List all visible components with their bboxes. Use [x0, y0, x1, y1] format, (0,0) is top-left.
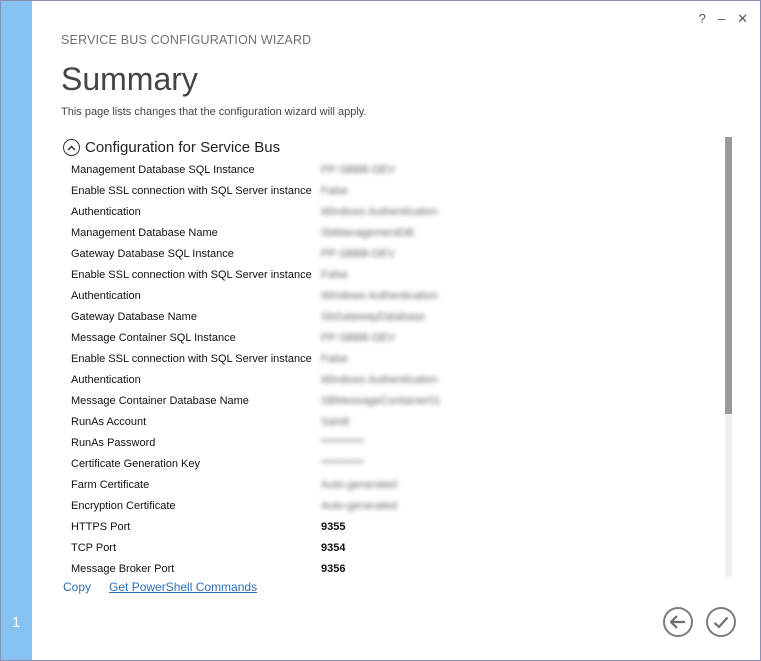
get-powershell-commands-link[interactable]: Get PowerShell Commands [109, 580, 257, 594]
row-value: SBMessageContainer01 [321, 394, 441, 407]
summary-row: RunAs Account Sandi [71, 411, 711, 432]
minimize-icon[interactable]: – [718, 11, 725, 27]
row-value: Sandi [321, 415, 350, 428]
summary-row: Message Container Database Name SBMessage… [71, 390, 711, 411]
row-label: Authentication [71, 289, 141, 302]
row-label: Message Broker Port [71, 562, 175, 575]
row-label: Message Container SQL Instance [71, 331, 236, 344]
row-label: Enable SSL connection with SQL Server in… [71, 184, 312, 197]
row-label: RunAs Account [71, 415, 147, 428]
action-links: Copy Get PowerShell Commands [63, 580, 257, 594]
page-description: This page lists changes that the configu… [61, 106, 367, 118]
row-value: 9356 [321, 562, 346, 575]
row-value: ********** [321, 436, 364, 449]
wizard-title: SERVICE BUS CONFIGURATION WIZARD [61, 33, 312, 47]
row-label: RunAs Password [71, 436, 156, 449]
summary-row: Authentication Windows Authentication [71, 285, 711, 306]
row-label: Message Container Database Name [71, 394, 249, 407]
summary-row: HTTPS Port 9355 [71, 516, 711, 537]
row-value: False [321, 268, 348, 281]
summary-row: Certificate Generation Key ********** [71, 453, 711, 474]
row-label: Authentication [71, 373, 141, 386]
row-value: PP-SBBB-DEV [321, 247, 395, 260]
row-value: Auto-generated [321, 478, 397, 491]
row-label: Enable SSL connection with SQL Server in… [71, 352, 312, 365]
row-label: Enable SSL connection with SQL Server in… [71, 268, 312, 281]
summary-row: Management Database SQL Instance PP-SBBB-… [71, 159, 711, 180]
row-value: SbManagementDB [321, 226, 414, 239]
row-value: SbGatewayDatabase [321, 310, 425, 323]
row-label: HTTPS Port [71, 520, 131, 533]
summary-row: Authentication Windows Authentication [71, 201, 711, 222]
scrollbar[interactable] [725, 137, 732, 577]
scrollbar-thumb[interactable] [725, 137, 732, 414]
back-arrow-icon [670, 615, 685, 629]
summary-list: Management Database SQL Instance PP-SBBB-… [71, 159, 711, 577]
section-title: Configuration for Service Bus [85, 139, 281, 156]
wizard-window: 1 ? – ✕ SERVICE BUS CONFIGURATION WIZARD… [0, 0, 761, 661]
row-label: Certificate Generation Key [71, 457, 201, 470]
row-label: Authentication [71, 205, 141, 218]
row-value: Auto-generated [321, 499, 397, 512]
row-label: Farm Certificate [71, 478, 150, 491]
row-value: Windows Authentication [321, 373, 438, 386]
summary-row: Encryption Certificate Auto-generated [71, 495, 711, 516]
summary-row: RunAs Password ********** [71, 432, 711, 453]
chevron-up-circle-icon[interactable] [63, 139, 80, 156]
back-button[interactable] [663, 607, 693, 637]
row-value: PP-SBBB-DEV [321, 331, 395, 344]
row-value: Windows Authentication [321, 205, 438, 218]
summary-row: Message Broker Port 9356 [71, 558, 711, 577]
window-controls: ? – ✕ [699, 11, 748, 27]
finish-button[interactable] [706, 607, 736, 637]
summary-row: Farm Certificate Auto-generated [71, 474, 711, 495]
row-label: Management Database Name [71, 226, 218, 239]
step-sidebar: 1 [1, 1, 32, 660]
summary-row: Enable SSL connection with SQL Server in… [71, 348, 711, 369]
summary-row: Enable SSL connection with SQL Server in… [71, 264, 711, 285]
summary-row: TCP Port 9354 [71, 537, 711, 558]
summary-row: Gateway Database Name SbGatewayDatabase [71, 306, 711, 327]
row-label: Management Database SQL Instance [71, 163, 255, 176]
row-value: False [321, 352, 348, 365]
summary-row: Gateway Database SQL Instance PP-SBBB-DEV [71, 243, 711, 264]
row-value: 9354 [321, 541, 346, 554]
summary-row: Authentication Windows Authentication [71, 369, 711, 390]
row-label: Gateway Database Name [71, 310, 197, 323]
row-value: False [321, 184, 348, 197]
row-label: Encryption Certificate [71, 499, 176, 512]
step-number: 1 [12, 614, 21, 631]
close-icon[interactable]: ✕ [737, 11, 748, 27]
section-toggle[interactable]: Configuration for Service Bus [63, 139, 280, 156]
summary-row: Management Database Name SbManagementDB [71, 222, 711, 243]
checkmark-icon [713, 616, 729, 629]
summary-row: Enable SSL connection with SQL Server in… [71, 180, 711, 201]
row-value: Windows Authentication [321, 289, 438, 302]
row-value: ********** [321, 457, 364, 470]
row-label: Gateway Database SQL Instance [71, 247, 234, 260]
copy-link[interactable]: Copy [63, 580, 91, 594]
row-label: TCP Port [71, 541, 117, 554]
summary-row: Message Container SQL Instance PP-SBBB-DE… [71, 327, 711, 348]
page-title: Summary [61, 61, 198, 97]
help-icon[interactable]: ? [699, 11, 706, 27]
row-value: PP-SBBB-DEV [321, 163, 395, 176]
row-value: 9355 [321, 520, 346, 533]
